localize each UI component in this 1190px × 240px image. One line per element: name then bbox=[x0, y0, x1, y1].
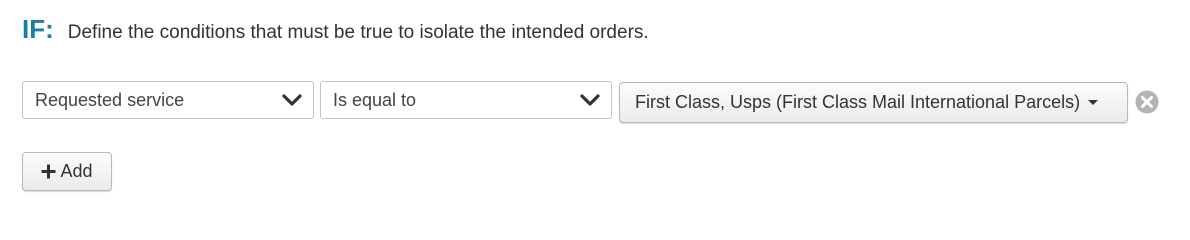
operator-select-value: Is equal to bbox=[333, 89, 417, 110]
condition-header: IF: Define the conditions that must be t… bbox=[22, 14, 649, 45]
if-label: IF: bbox=[22, 14, 54, 44]
remove-condition-icon[interactable] bbox=[1135, 90, 1159, 114]
chevron-down-icon bbox=[580, 94, 600, 106]
caret-down-icon bbox=[1088, 100, 1099, 105]
chevron-down-icon bbox=[282, 94, 302, 106]
value-dropdown-label: First Class, Usps (First Class Mail Inte… bbox=[635, 92, 1081, 112]
add-condition-button[interactable]: Add bbox=[22, 152, 112, 191]
condition-description: Define the conditions that must be true … bbox=[67, 22, 649, 43]
condition-editor: IF: Define the conditions that must be t… bbox=[0, 0, 1190, 206]
value-dropdown-button[interactable]: First Class, Usps (First Class Mail Inte… bbox=[619, 82, 1128, 123]
add-button-label: Add bbox=[60, 161, 93, 181]
field-select-value: Requested service bbox=[35, 89, 185, 110]
plus-icon bbox=[41, 164, 56, 179]
field-select[interactable]: Requested service bbox=[22, 81, 314, 119]
operator-select[interactable]: Is equal to bbox=[320, 81, 612, 119]
